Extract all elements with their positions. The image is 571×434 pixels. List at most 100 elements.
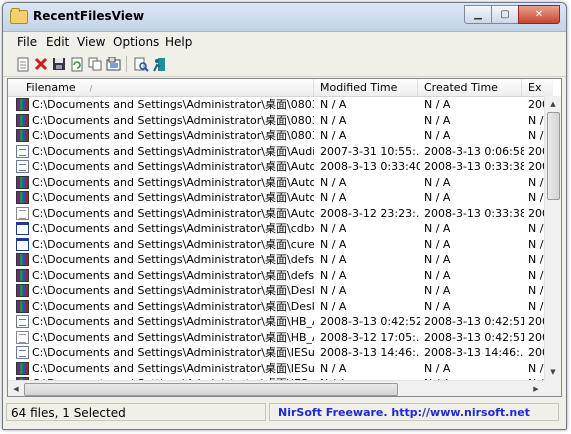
menu-options[interactable]: Options <box>113 35 159 49</box>
cell-created-time: 2008-3-13 0:42:51 <box>424 315 524 328</box>
file-type-icon <box>16 129 29 142</box>
minimize-icon: ▁ <box>474 9 482 20</box>
delete-button[interactable] <box>33 56 49 72</box>
window-title: RecentFilesView <box>33 9 145 23</box>
cell-filename: C:\Documents and Settings\Administrator\… <box>32 361 314 375</box>
cell-created-time: N / A <box>424 284 451 297</box>
cell-created-time: 2008-3-13 0:33:38 <box>424 160 524 173</box>
cell-modified-time: N / A <box>320 129 347 142</box>
table-row[interactable]: C:\Documents and Settings\Administrator\… <box>8 252 544 268</box>
table-row[interactable]: C:\Documents and Settings\Administrator\… <box>8 221 544 237</box>
table-row[interactable]: C:\Documents and Settings\Administrator\… <box>8 175 544 191</box>
horizontal-scroll-thumb[interactable] <box>24 383 398 396</box>
horizontal-scrollbar[interactable]: ◀ ▶ <box>8 380 544 396</box>
cell-created-time: N / A <box>424 175 451 189</box>
cell-created-time: 2008-3-13 14:46:... <box>424 346 524 359</box>
file-list[interactable]: Filename / Modified Time Created Time Ex … <box>7 78 562 397</box>
find-button[interactable] <box>133 56 149 72</box>
copy-button[interactable] <box>87 56 103 72</box>
column-header-ex[interactable]: Ex <box>522 79 553 96</box>
cell-filename: C:\Documents and Settings\Administrator\… <box>32 237 314 251</box>
cell-filename: C:\Documents and Settings\Administrator\… <box>32 113 314 127</box>
cell-modified-time: 2007-3-31 10:55:... <box>320 144 420 158</box>
menu-view[interactable]: View <box>77 35 105 49</box>
properties-icon <box>17 57 29 71</box>
cell-filename: C:\Documents and Settings\Administrator\… <box>32 346 314 359</box>
column-header-modified-time[interactable]: Modified Time <box>314 79 418 96</box>
table-row[interactable]: C:\Documents and Settings\Administrator\… <box>8 237 544 253</box>
cell-created-time: N / A <box>424 98 451 111</box>
save-button[interactable] <box>51 56 67 72</box>
table-row[interactable]: C:\Documents and Settings\Administrator\… <box>8 144 548 160</box>
cell-filename: C:\Documents and Settings\Administrator\… <box>32 129 314 142</box>
save-icon <box>53 58 65 70</box>
cell-filename: C:\Documents and Settings\Administrator\… <box>32 206 314 220</box>
cell-filename: C:\Documents and Settings\Administrator\… <box>32 98 314 111</box>
column-header-filename[interactable]: Filename / <box>8 79 314 96</box>
menu-file[interactable]: File <box>17 35 37 49</box>
html-report-icon <box>106 57 120 71</box>
table-row[interactable]: C:\Documents and Settings\Administrator\… <box>8 97 548 113</box>
table-row[interactable]: C:\Documents and Settings\Administrator\… <box>8 361 544 377</box>
cell-modified-time: N / A <box>320 191 347 204</box>
file-type-icon <box>16 160 29 173</box>
html-report-button[interactable] <box>105 56 121 72</box>
minimize-button[interactable]: ▁ <box>464 5 492 24</box>
file-type-icon <box>16 98 29 111</box>
scroll-down-arrow-icon[interactable]: ▼ <box>545 364 561 380</box>
properties-button[interactable] <box>15 56 31 72</box>
scroll-right-arrow-icon[interactable]: ▶ <box>528 381 544 396</box>
cell-modified-time: 2008-3-13 0:42:52 <box>320 315 420 328</box>
app-window: RecentFilesView ▁ ▢ ✕ File Edit View Opt… <box>2 2 567 430</box>
scroll-up-arrow-icon[interactable]: ▲ <box>545 96 561 112</box>
table-row[interactable]: C:\Documents and Settings\Administrator\… <box>8 330 548 346</box>
file-type-icon <box>16 268 29 282</box>
cell-filename: C:\Documents and Settings\Administrator\… <box>32 330 314 344</box>
table-row[interactable]: C:\Documents and Settings\Administrator\… <box>8 159 548 175</box>
table-row[interactable]: C:\Documents and Settings\Administrator\… <box>8 206 548 222</box>
folder-icon <box>10 8 28 24</box>
maximize-button[interactable]: ▢ <box>491 5 519 24</box>
table-row[interactable]: C:\Documents and Settings\Administrator\… <box>8 190 544 206</box>
cell-created-time: N / A <box>424 191 451 204</box>
cell-modified-time: N / A <box>320 113 347 127</box>
table-row[interactable]: C:\Documents and Settings\Administrator\… <box>8 299 544 315</box>
list-header: Filename / Modified Time Created Time Ex <box>8 79 553 97</box>
menu-bar: File Edit View Options Help <box>3 32 566 52</box>
menu-edit[interactable]: Edit <box>46 35 69 49</box>
table-row[interactable]: C:\Documents and Settings\Administrator\… <box>8 268 544 284</box>
table-row[interactable]: C:\Documents and Settings\Administrator\… <box>8 345 548 361</box>
table-row[interactable]: C:\Documents and Settings\Administrator\… <box>8 113 544 129</box>
file-type-icon <box>16 346 29 359</box>
menu-help[interactable]: Help <box>165 35 192 49</box>
exit-button[interactable] <box>151 56 167 72</box>
cell-modified-time: N / A <box>320 237 347 251</box>
close-button[interactable]: ✕ <box>518 5 560 24</box>
refresh-button[interactable] <box>69 56 85 72</box>
cell-filename: C:\Documents and Settings\Administrator\… <box>32 144 314 158</box>
cell-filename: C:\Documents and Settings\Administrator\… <box>32 191 314 204</box>
status-nirsoft-link[interactable]: NirSoft Freeware. http://www.nirsoft.net <box>269 403 559 421</box>
cell-filename: C:\Documents and Settings\Administrator\… <box>32 253 314 266</box>
file-type-icon <box>16 113 29 127</box>
file-type-icon <box>16 361 29 375</box>
cell-filename: C:\Documents and Settings\Administrator\… <box>32 175 314 189</box>
cell-modified-time: 2008-3-13 14:46:... <box>320 346 420 359</box>
file-type-icon <box>16 175 29 189</box>
sort-arrow-icon: / <box>89 84 93 93</box>
table-row[interactable]: C:\Documents and Settings\Administrator\… <box>8 128 544 144</box>
cell-modified-time: N / A <box>320 299 347 313</box>
vertical-scrollbar[interactable]: ▲ ▼ <box>544 96 561 380</box>
cell-created-time: N / A <box>424 299 451 313</box>
cell-filename: C:\Documents and Settings\Administrator\… <box>32 222 314 235</box>
column-header-created-time[interactable]: Created Time <box>418 79 522 96</box>
cell-created-time: 2008-3-13 0:42:51 <box>424 330 524 344</box>
scroll-left-arrow-icon[interactable]: ◀ <box>8 381 24 396</box>
cell-modified-time: N / A <box>320 98 347 111</box>
title-bar[interactable]: RecentFilesView ▁ ▢ ✕ <box>3 3 566 32</box>
table-row[interactable]: C:\Documents and Settings\Administrator\… <box>8 314 548 330</box>
scroll-corner <box>544 380 561 396</box>
cell-filename: C:\Documents and Settings\Administrator\… <box>32 315 314 328</box>
vertical-scroll-thumb[interactable] <box>547 112 560 200</box>
table-row[interactable]: C:\Documents and Settings\Administrator\… <box>8 283 544 299</box>
